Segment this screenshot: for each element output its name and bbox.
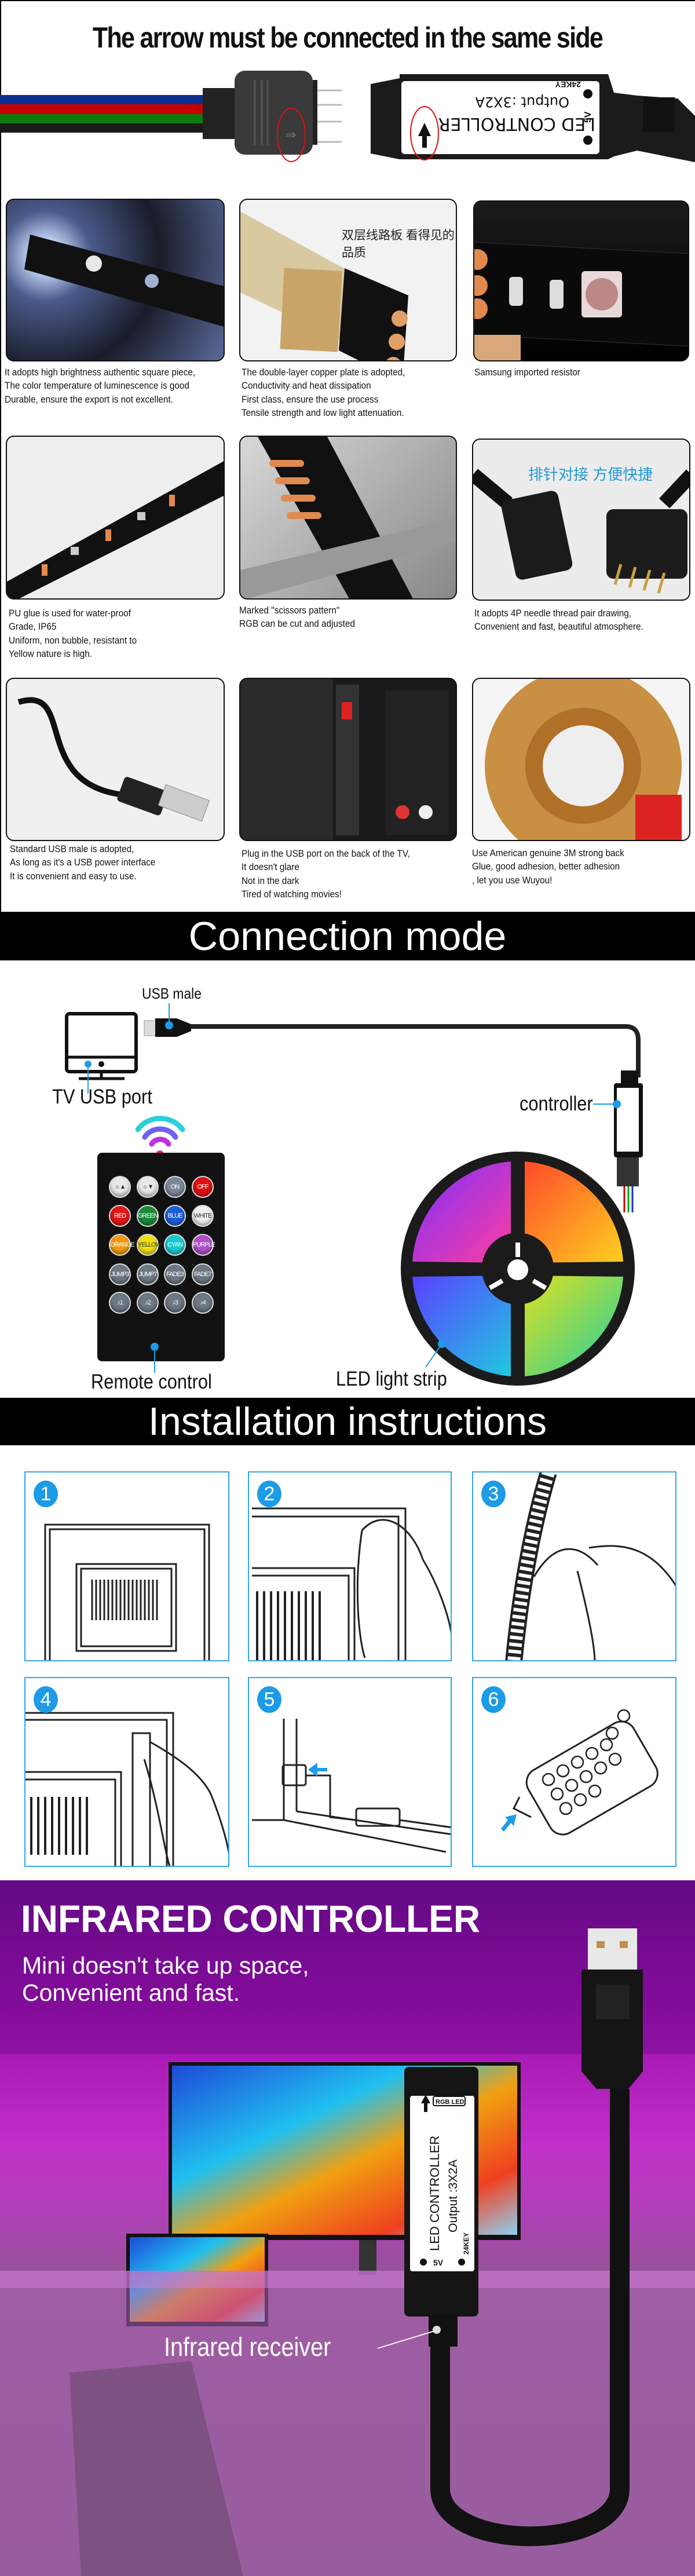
controller-label-text: LED CONTROLLER <box>438 114 595 134</box>
remote-button[interactable]: PURPLE <box>192 1234 215 1256</box>
feature-photo-usb-male <box>6 678 225 841</box>
feature-photo-resistor <box>473 200 689 361</box>
ir-controller-keys: 24KEY <box>462 2232 470 2255</box>
controller-output-text: Output :3X2A <box>475 94 569 110</box>
remote-button[interactable]: JUMP7 <box>137 1263 159 1285</box>
feature-caption: Use American genuine 3M strong back Glue,… <box>472 847 624 886</box>
feature-caption: The double-layer copper plate is adopted… <box>242 367 405 418</box>
led-strip-reel <box>401 1152 635 1386</box>
remote-button[interactable]: ♪1 <box>109 1292 131 1314</box>
infrared-title: INFRARED CONTROLLER <box>21 1897 481 1940</box>
infrared-receiver-label: Infrared receiver <box>164 2332 331 2362</box>
remote-control-label: Remote control <box>91 1371 212 1393</box>
top-border <box>0 0 695 1</box>
installation-banner: Installation instructions <box>0 1398 695 1445</box>
feature-photo-waterproof <box>6 436 225 600</box>
led-light-strip-label: LED light strip <box>336 1368 447 1390</box>
step-number-badge: 1 <box>34 1481 58 1507</box>
feature-caption: It adopts 4P needle thread pair drawing,… <box>474 608 643 633</box>
svg-text:⇒: ⇒ <box>286 127 296 142</box>
controller-icon <box>614 1070 643 1212</box>
install-step-panel: 6 <box>472 1677 676 1867</box>
step-number-badge: 4 <box>34 1686 58 1713</box>
connection-warning-title: The arrow must be connected in the same … <box>92 21 603 54</box>
install-step-panel: 2 <box>248 1471 452 1661</box>
feature-photo-3m-tape <box>472 678 690 841</box>
remote-button[interactable]: GREEN <box>137 1205 159 1227</box>
feature-caption: It adopts high brightness authentic squa… <box>5 367 196 405</box>
step-number-badge: 6 <box>481 1686 506 1713</box>
connection-diagram <box>65 1003 643 1386</box>
wire-green <box>0 114 209 123</box>
install-step-panel: 5 <box>248 1677 452 1867</box>
remote-button[interactable]: ON <box>164 1176 186 1198</box>
remote-button[interactable]: ☼▲ <box>109 1176 131 1198</box>
remote-button[interactable]: RED <box>109 1205 131 1227</box>
tv-icon <box>65 1012 138 1080</box>
install-step-panel: 3 <box>472 1471 676 1661</box>
ir-controller-output: Output :3X2A <box>447 2160 460 2232</box>
install-step-panel: 1 <box>24 1471 229 1661</box>
remote-button[interactable]: FADE7 <box>192 1263 214 1285</box>
remote-button[interactable]: OFF <box>192 1176 214 1198</box>
remote-button[interactable]: ♪4 <box>192 1292 214 1314</box>
ir-controller-voltage: 5V <box>433 2258 444 2267</box>
feature-caption: Standard USB male is adopted, As long as … <box>10 843 156 882</box>
step-number-badge: 3 <box>481 1481 506 1507</box>
remote-button[interactable]: WHITE <box>192 1205 214 1227</box>
wire-black <box>0 123 209 133</box>
remote-button[interactable]: BLUE <box>164 1205 186 1227</box>
remote-button[interactable]: ORANGE <box>109 1234 135 1256</box>
ir-controller-label: LED CONTROLLER <box>427 2136 442 2251</box>
feature-photo-led-chip <box>6 199 225 361</box>
remote-button[interactable]: ♪2 <box>137 1292 159 1314</box>
feature-photo-copper-plate: 双层线路板 看得见的品质 <box>239 199 457 361</box>
remote-button[interactable]: JUMP3 <box>109 1263 131 1285</box>
wire-red <box>0 104 209 114</box>
step-number-badge: 5 <box>257 1686 281 1713</box>
feature-caption: Samsung imported resistor <box>474 367 580 378</box>
remote-button[interactable]: FADE3 <box>164 1263 186 1285</box>
tv-usb-port-label: TV USB port <box>52 1086 152 1108</box>
install-step-panel: 4 <box>24 1677 229 1867</box>
feature-caption: Marked "scissors pattern" RGB can be cut … <box>239 605 355 630</box>
photo-overlay-text: 双层线路板 看得见的品质 <box>342 229 455 260</box>
usb-male-label: USB male <box>142 985 202 1002</box>
remote-button[interactable]: ☼▼ <box>137 1176 159 1198</box>
feature-caption: Plug in the USB port on the back of the … <box>242 848 410 900</box>
connection-mode-banner: Connection mode <box>0 912 695 960</box>
usb-plug-metal <box>588 1928 637 1970</box>
remote-button[interactable]: ♪3 <box>164 1292 186 1314</box>
photo-overlay-text: 排针对接 方便快捷 <box>528 466 653 483</box>
connector-diagram: ⇒ LED CONTROLLER Output :3X2A 24KEY 5V <box>0 71 695 162</box>
wire-blue <box>0 95 209 104</box>
feature-photo-4p-connector: 排针对接 方便快捷 <box>472 439 690 601</box>
infrared-section: RGB LED LED CONTROLLER Output :3X2A 24KE… <box>0 1880 695 2576</box>
controller-keys-text: 24KEY <box>555 80 581 89</box>
wifi-signal-icon <box>135 1116 185 1159</box>
feature-caption: PU glue is used for water-proof Grade, IP… <box>9 608 137 659</box>
feature-photo-scissors-mark <box>239 436 457 600</box>
remote-button[interactable]: CYAN <box>164 1234 186 1256</box>
ir-controller-tag: RGB LED <box>436 2099 464 2106</box>
controller-voltage-text: 5V <box>583 111 593 123</box>
feature-photo-tv-back <box>239 678 457 841</box>
remote-button[interactable]: YELLOW <box>137 1234 162 1256</box>
controller-callout-label: controller <box>520 1092 593 1115</box>
infrared-subtitle: Mini doesn't take up space, Convenient an… <box>22 1952 309 2006</box>
step-number-badge: 2 <box>257 1481 281 1507</box>
